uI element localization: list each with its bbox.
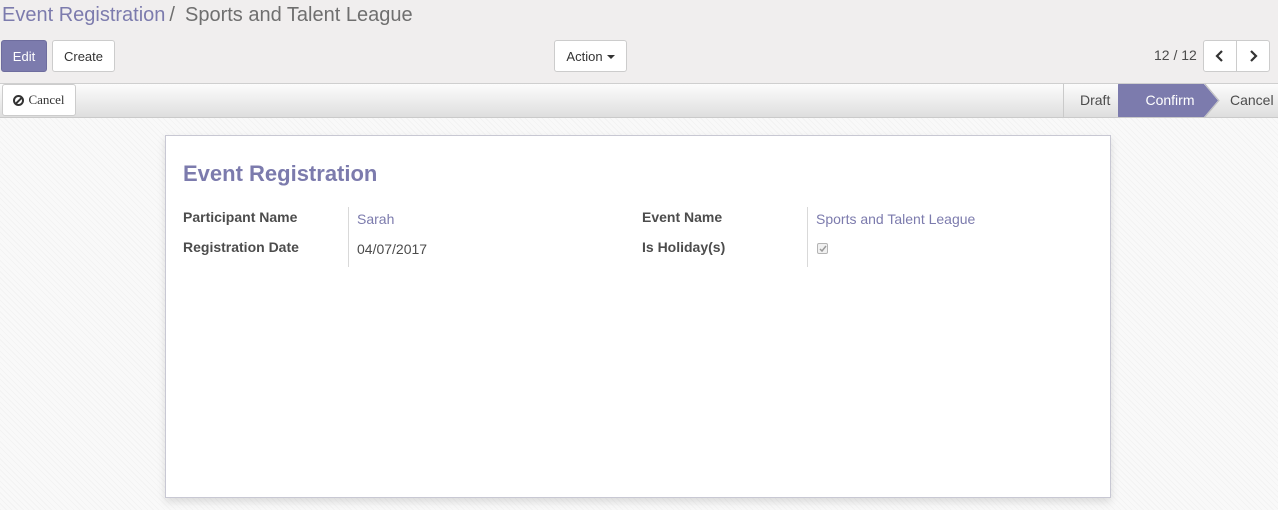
is-holiday-checkbox bbox=[817, 243, 828, 254]
event-name-link[interactable]: Sports and Talent League bbox=[816, 211, 975, 227]
cancel-button-label: Cancel bbox=[28, 92, 65, 107]
action-label: Action bbox=[566, 48, 603, 64]
pager-value[interactable]: 12 / 12 bbox=[1154, 47, 1197, 63]
is-holiday-label: Is Holiday(s) bbox=[642, 239, 726, 255]
action-dropdown-button[interactable]: Action bbox=[554, 40, 627, 72]
pager-next-button[interactable] bbox=[1236, 40, 1270, 72]
breadcrumb-current: Sports and Talent League bbox=[184, 4, 413, 26]
stage-confirm[interactable]: Confirm bbox=[1118, 84, 1216, 117]
cancel-registration-button[interactable]: Cancel bbox=[2, 84, 76, 116]
divider bbox=[348, 207, 349, 267]
pager-previous-button[interactable] bbox=[1203, 40, 1237, 72]
chevron-right-icon bbox=[1250, 50, 1258, 62]
event-name-label: Event Name bbox=[642, 209, 723, 225]
registration-date-value: 04/07/2017 bbox=[357, 241, 428, 257]
form-view: Event Registration Participant Name Sara… bbox=[0, 118, 1278, 510]
divider bbox=[807, 207, 808, 267]
breadcrumb-parent-link[interactable]: Event Registration bbox=[2, 4, 165, 26]
registration-date-label: Registration Date bbox=[183, 239, 299, 255]
breadcrumb-separator: / bbox=[169, 4, 175, 26]
create-button[interactable]: Create bbox=[52, 40, 115, 72]
ban-icon bbox=[13, 94, 25, 106]
statusbar: Cancel Draft Confirm Cancel bbox=[0, 84, 1278, 118]
chevron-left-icon bbox=[1215, 50, 1223, 62]
stage-cancel[interactable]: Cancel bbox=[1214, 84, 1278, 117]
participant-name-link[interactable]: Sarah bbox=[357, 211, 394, 227]
edit-button[interactable]: Edit bbox=[1, 40, 47, 72]
control-panel: Event Registration / Sports and Talent Lea… bbox=[0, 0, 1278, 84]
caret-down-icon bbox=[606, 55, 615, 59]
form-title: Event Registration bbox=[183, 161, 378, 186]
form-sheet: Event Registration Participant Name Sara… bbox=[165, 135, 1111, 498]
breadcrumb: Event Registration / Sports and Talent Lea… bbox=[2, 4, 413, 26]
stage-draft[interactable]: Draft bbox=[1063, 84, 1125, 117]
participant-name-label: Participant Name bbox=[183, 209, 298, 225]
checkmark-icon bbox=[819, 245, 827, 253]
